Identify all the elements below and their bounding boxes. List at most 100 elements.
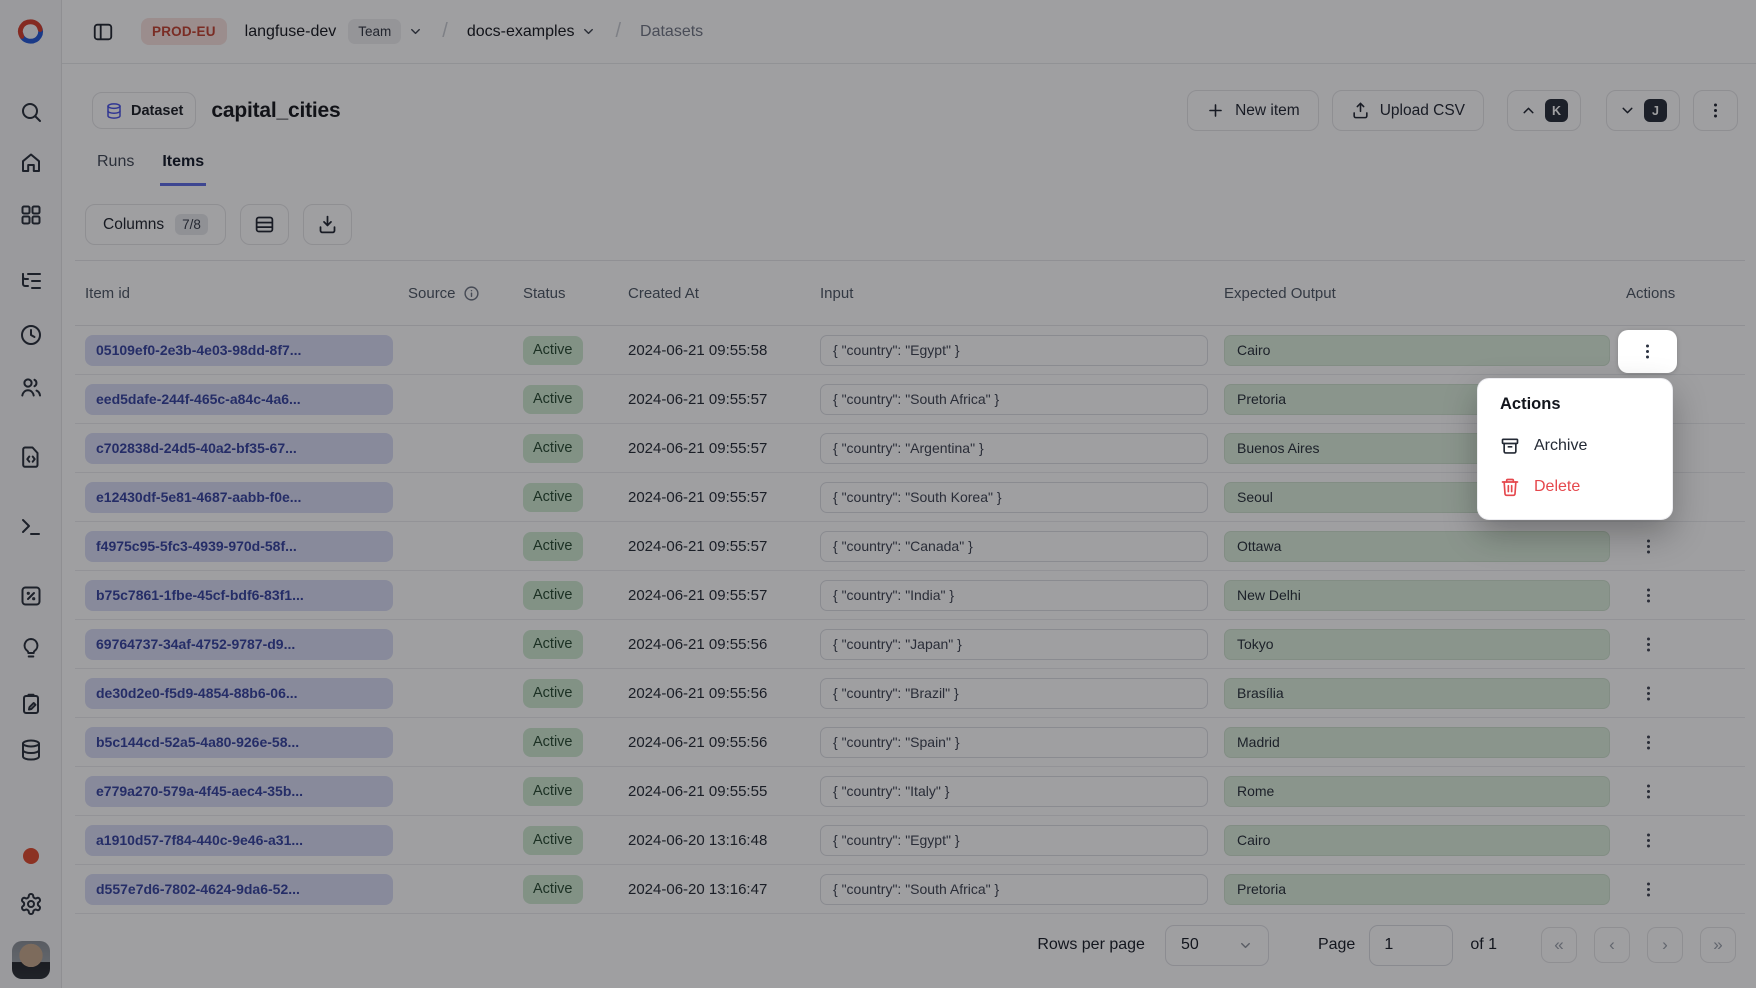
input-cell[interactable]: { "country": "Italy" } (820, 776, 1208, 807)
rows-icon (254, 214, 275, 235)
next-page-button[interactable]: › (1647, 927, 1683, 963)
input-cell[interactable]: { "country": "South Africa" } (820, 384, 1208, 415)
delete-menu-item[interactable]: Delete (1478, 466, 1672, 507)
row-actions-button[interactable] (1629, 674, 1667, 712)
sessions-icon[interactable] (19, 323, 43, 347)
column-header-input[interactable]: Input (810, 285, 1214, 302)
scores-icon[interactable] (19, 584, 43, 608)
user-avatar[interactable] (12, 941, 50, 979)
item-id-badge[interactable]: de30d2e0-f5d9-4854-88b6-06... (85, 678, 393, 709)
last-page-button[interactable]: » (1700, 927, 1736, 963)
expected-output-cell[interactable]: Tokyo (1224, 629, 1610, 660)
chevron-down-icon[interactable] (581, 24, 596, 39)
status-badge: Active (523, 336, 583, 365)
playground-icon[interactable] (19, 515, 43, 539)
tracing-icon[interactable] (19, 269, 43, 293)
table-row: d557e7d6-7802-4624-9da6-52... Active 202… (75, 865, 1745, 914)
item-id-badge[interactable]: b5c144cd-52a5-4a80-926e-58... (85, 727, 393, 758)
input-cell[interactable]: { "country": "Egypt" } (820, 825, 1208, 856)
next-item-button[interactable]: J (1606, 90, 1680, 131)
column-header-source[interactable]: Source (398, 285, 513, 302)
status-badge: Active (523, 630, 583, 659)
item-id-badge[interactable]: 05109ef0-2e3b-4e03-98dd-8f7... (85, 335, 393, 366)
item-id-badge[interactable]: a1910d57-7f84-440c-9e46-a31... (85, 825, 393, 856)
columns-button[interactable]: Columns 7/8 (85, 204, 226, 245)
input-cell[interactable]: { "country": "South Africa" } (820, 874, 1208, 905)
expected-output-cell[interactable]: New Delhi (1224, 580, 1610, 611)
input-cell[interactable]: { "country": "Egypt" } (820, 335, 1208, 366)
trash-icon (1500, 477, 1520, 497)
prompts-icon[interactable] (19, 445, 43, 469)
row-actions-button[interactable] (1629, 576, 1667, 614)
row-actions-button[interactable] (1629, 723, 1667, 761)
row-actions-button[interactable] (1629, 821, 1667, 859)
tab-items[interactable]: Items (160, 153, 206, 186)
content: Dataset capital_cities New item Upload C… (62, 64, 1756, 988)
breadcrumb-project[interactable]: docs-examples (467, 23, 575, 41)
status-badge: Active (523, 434, 583, 463)
item-id-badge[interactable]: e779a270-579a-4f45-aec4-35b... (85, 776, 393, 807)
first-page-button[interactable]: « (1541, 927, 1577, 963)
input-cell[interactable]: { "country": "South Korea" } (820, 482, 1208, 513)
expected-output-cell[interactable]: Cairo (1224, 335, 1610, 366)
expected-output-cell[interactable]: Rome (1224, 776, 1610, 807)
input-cell[interactable]: { "country": "Spain" } (820, 727, 1208, 758)
column-header-item-id[interactable]: Item id (75, 285, 398, 302)
sidebar-toggle-icon[interactable] (92, 21, 114, 43)
new-item-button[interactable]: New item (1187, 90, 1319, 131)
item-id-badge[interactable]: e12430df-5e81-4687-aabb-f0e... (85, 482, 393, 513)
breadcrumb-organization[interactable]: langfuse-dev (245, 23, 337, 41)
item-id-badge[interactable]: d557e7d6-7802-4624-9da6-52... (85, 874, 393, 905)
created-at-cell: 2024-06-21 09:55:57 (618, 391, 810, 408)
evals-icon[interactable] (19, 636, 43, 660)
created-at-cell: 2024-06-21 09:55:56 (618, 636, 810, 653)
page-actions-menu-button[interactable] (1693, 90, 1738, 131)
users-icon[interactable] (19, 375, 43, 399)
input-cell[interactable]: { "country": "India" } (820, 580, 1208, 611)
settings-icon[interactable] (19, 892, 43, 916)
input-cell[interactable]: { "country": "Brazil" } (820, 678, 1208, 709)
archive-menu-item[interactable]: Archive (1478, 425, 1672, 466)
previous-item-button[interactable]: K (1507, 90, 1581, 131)
expected-output-cell[interactable]: Cairo (1224, 825, 1610, 856)
input-cell[interactable]: { "country": "Argentina" } (820, 433, 1208, 464)
row-actions-button[interactable] (1629, 870, 1667, 908)
column-header-created-at[interactable]: Created At (618, 285, 810, 302)
page-number-input[interactable] (1369, 925, 1453, 966)
export-button[interactable] (303, 204, 352, 245)
annotation-queue-icon[interactable] (19, 692, 43, 716)
row-actions-button[interactable] (1629, 527, 1667, 565)
item-id-badge[interactable]: f4975c95-5fc3-4939-970d-58f... (85, 531, 393, 562)
row-actions-button[interactable] (1629, 625, 1667, 663)
search-icon[interactable] (19, 100, 43, 124)
row-actions-button[interactable] (1629, 772, 1667, 810)
column-header-expected-output[interactable]: Expected Output (1214, 285, 1616, 302)
expected-output-cell[interactable]: Madrid (1224, 727, 1610, 758)
dashboard-icon[interactable] (19, 203, 43, 227)
item-id-badge[interactable]: 69764737-34af-4752-9787-d9... (85, 629, 393, 660)
tab-runs[interactable]: Runs (95, 153, 136, 186)
item-id-badge[interactable]: b75c7861-1fbe-45cf-bdf6-83f1... (85, 580, 393, 611)
previous-page-button[interactable]: ‹ (1594, 927, 1630, 963)
column-header-actions: Actions (1616, 285, 1745, 302)
row-actions-menu: Actions Archive Delete (1477, 378, 1673, 520)
upload-csv-button[interactable]: Upload CSV (1332, 90, 1484, 131)
column-header-status[interactable]: Status (513, 285, 618, 302)
item-id-badge[interactable]: eed5dafe-244f-465c-a84c-4a6... (85, 384, 393, 415)
home-icon[interactable] (19, 151, 43, 175)
input-cell[interactable]: { "country": "Japan" } (820, 629, 1208, 660)
breadcrumb-separator: / (615, 20, 621, 43)
chevron-down-icon[interactable] (408, 24, 423, 39)
row-height-button[interactable] (240, 204, 289, 245)
datasets-icon[interactable] (19, 738, 43, 762)
expected-output-cell[interactable]: Pretoria (1224, 874, 1610, 905)
status-badge: Active (523, 581, 583, 610)
expected-output-cell[interactable]: Ottawa (1224, 531, 1610, 562)
rows-per-page-select[interactable]: 50 (1165, 925, 1269, 966)
expected-output-cell[interactable]: Brasília (1224, 678, 1610, 709)
table-header-row: Item id Source Status Created At Input E… (75, 261, 1745, 326)
item-id-badge[interactable]: c702838d-24d5-40a2-bf35-67... (85, 433, 393, 464)
status-badge: Active (523, 826, 583, 855)
input-cell[interactable]: { "country": "Canada" } (820, 531, 1208, 562)
open-row-actions-button[interactable] (1618, 330, 1677, 373)
